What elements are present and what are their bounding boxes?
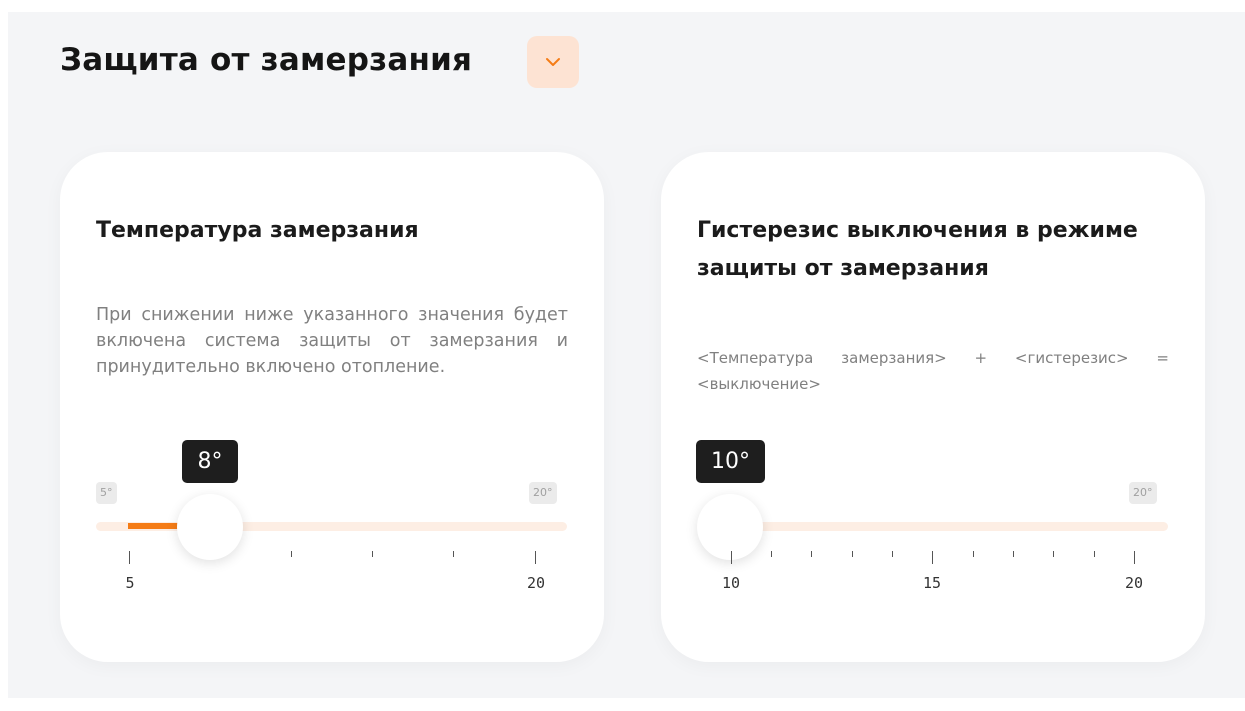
card-title: Температура замерзания xyxy=(96,218,419,243)
tick-major xyxy=(731,551,732,564)
tick-minor xyxy=(1013,551,1014,557)
tick-minor xyxy=(892,551,893,557)
tick-minor xyxy=(291,551,292,557)
tick-major xyxy=(1134,551,1135,564)
slider-max-label: 20° xyxy=(529,482,557,504)
tick-minor xyxy=(372,551,373,557)
tick-minor xyxy=(973,551,974,557)
collapse-toggle-button[interactable] xyxy=(527,36,579,88)
card-description: При снижении ниже указанного значения бу… xyxy=(96,305,568,377)
tick-label: 15 xyxy=(922,574,942,592)
tick-minor xyxy=(453,551,454,557)
card-title: Гистерезис выключения в режиме защиты от… xyxy=(697,218,1138,281)
tick-label: 20 xyxy=(1124,574,1144,592)
hysteresis-card: Гистерезис выключения в режиме защиты от… xyxy=(661,152,1205,662)
freeze-temperature-card: Температура замерзания При снижении ниже… xyxy=(60,152,604,662)
tick-label: 20 xyxy=(526,574,546,592)
slider-max-label: 20° xyxy=(1129,482,1157,504)
tick-label: 10 xyxy=(721,574,741,592)
tick-major xyxy=(535,551,536,564)
tick-minor xyxy=(771,551,772,557)
slider-value-tooltip: 10° xyxy=(696,440,765,483)
tick-minor xyxy=(1053,551,1054,557)
slider-thumb[interactable] xyxy=(177,494,243,560)
slider-thumb[interactable] xyxy=(697,494,763,560)
section-title: Защита от замерзания xyxy=(60,42,473,78)
chevron-down-icon xyxy=(545,55,561,70)
tick-minor xyxy=(852,551,853,557)
tick-major xyxy=(932,551,933,564)
tick-minor xyxy=(811,551,812,557)
slider-value-tooltip: 8° xyxy=(182,440,238,483)
tick-minor xyxy=(1094,551,1095,557)
tick-major xyxy=(129,551,130,564)
slider-min-label: 5° xyxy=(96,482,117,504)
tick-label: 5 xyxy=(125,574,135,592)
slider-track[interactable] xyxy=(697,522,1168,531)
card-description: <Температура замерзания> + <гистерезис> … xyxy=(697,349,1169,393)
